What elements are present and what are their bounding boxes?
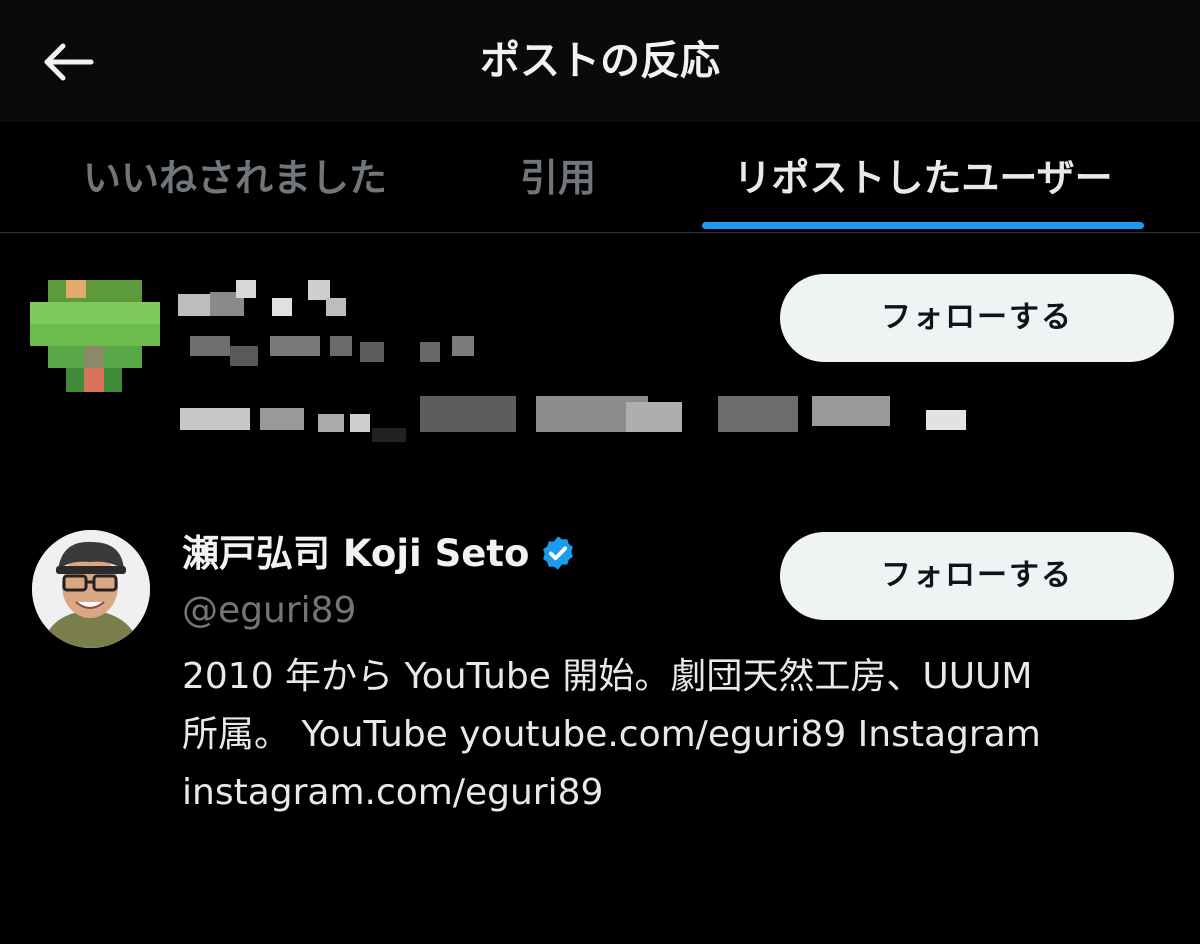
follow-button[interactable]: フォローする <box>780 532 1174 620</box>
active-tab-indicator <box>702 222 1144 229</box>
user-bio: 2010 年から YouTube 開始。劇団天然工房、UUUM 所属。 YouT… <box>182 648 1172 822</box>
follow-button[interactable]: フォローする <box>780 274 1174 362</box>
verified-badge-icon <box>543 536 574 570</box>
profile-photo <box>32 530 150 648</box>
display-name[interactable]: 瀬戸弘司 Koji Seto <box>182 528 577 580</box>
pixelated-avatar-image <box>30 280 160 392</box>
display-name-text: 瀬戸弘司 Koji Seto <box>182 532 530 575</box>
top-app-bar: ポストの反応 <box>0 0 1200 122</box>
page-title: ポストの反応 <box>480 38 720 84</box>
tab-likes[interactable]: いいねされました <box>60 148 410 208</box>
user-handle: @eguri89 <box>182 590 357 631</box>
user-list-item[interactable]: フォローする <box>0 232 1200 502</box>
avatar[interactable] <box>32 530 150 648</box>
bio-line: 所属。 YouTube youtube.com/eguri89 Instagra… <box>182 714 1041 755</box>
tab-reposts[interactable]: リポストしたユーザー <box>702 148 1144 208</box>
tab-quotes[interactable]: 引用 <box>500 148 616 208</box>
bio-line: instagram.com/eguri89 <box>182 772 604 813</box>
bio-line: 2010 年から YouTube 開始。劇団天然工房、UUUM <box>182 656 1033 697</box>
tab-bar: いいねされました 引用 リポストしたユーザー <box>0 122 1200 233</box>
avatar[interactable] <box>30 280 160 398</box>
